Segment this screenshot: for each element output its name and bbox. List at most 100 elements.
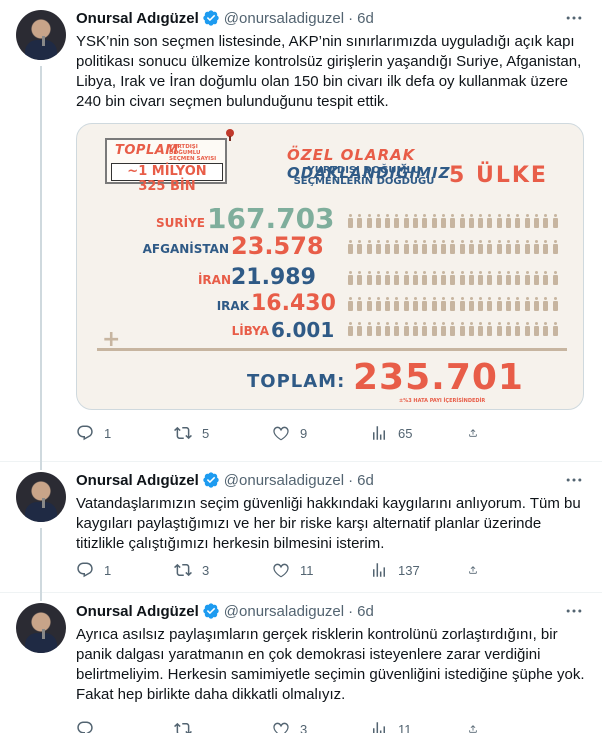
person-icon: [384, 322, 391, 336]
author-handle[interactable]: @onursaladiguzel: [224, 603, 344, 620]
avatar[interactable]: [16, 472, 66, 522]
tweet[interactable]: Onursal Adıgüzel @onursaladiguzel · 6d Y…: [0, 0, 602, 462]
person-icon: [431, 240, 438, 254]
author-handle[interactable]: @onursaladiguzel: [224, 10, 344, 27]
action-bar: 3 11: [76, 719, 506, 733]
share-button[interactable]: [468, 561, 488, 579]
views-button[interactable]: 11: [370, 720, 468, 733]
person-icon: [542, 297, 549, 311]
person-icon: [421, 322, 428, 336]
person-icon: [375, 322, 382, 336]
retweet-button[interactable]: 5: [174, 424, 272, 442]
person-icon: [468, 271, 475, 285]
reply-button[interactable]: 1: [76, 424, 174, 442]
person-icon: [384, 240, 391, 254]
person-icon: [552, 240, 559, 254]
author-name[interactable]: Onursal Adıgüzel: [76, 472, 199, 489]
retweet-count: 5: [202, 425, 210, 441]
timestamp[interactable]: 6d: [357, 10, 374, 27]
views-button[interactable]: 137: [370, 561, 468, 579]
person-icon: [356, 271, 363, 285]
person-icon: [496, 214, 503, 228]
retweet-button[interactable]: [174, 720, 272, 733]
person-icon: [505, 240, 512, 254]
avatar[interactable]: [16, 10, 66, 60]
person-icon: [533, 214, 540, 228]
person-icon: [533, 240, 540, 254]
people-icons: [347, 271, 559, 285]
person-icon: [477, 297, 484, 311]
person-icon: [347, 240, 354, 254]
person-icon: [393, 240, 400, 254]
tweet-header: Onursal Adıgüzel @onursaladiguzel · 6d: [76, 601, 374, 621]
like-count: 11: [300, 562, 314, 578]
country-value: 21.989: [231, 265, 316, 290]
views-count: 11: [398, 721, 412, 733]
person-icon: [449, 297, 456, 311]
like-button[interactable]: 3: [272, 720, 370, 733]
person-icon: [431, 297, 438, 311]
sum-divider: [97, 348, 567, 351]
person-icon: [459, 322, 466, 336]
person-icon: [412, 240, 419, 254]
action-bar: 1 3 11 137: [76, 560, 506, 580]
person-icon: [403, 214, 410, 228]
reply-button[interactable]: [76, 720, 174, 733]
timestamp[interactable]: 6d: [357, 472, 374, 489]
action-bar: 1 5 9 65: [76, 423, 506, 443]
person-icon: [403, 297, 410, 311]
person-icon: [403, 322, 410, 336]
tweet-image[interactable]: TOPLAM YURTDIŞI DOĞUMLU SEÇMEN SAYISI ~1…: [76, 123, 584, 410]
people-icons: [347, 240, 559, 254]
verified-icon: [203, 472, 219, 488]
like-icon: [273, 563, 289, 578]
tweet-header: Onursal Adıgüzel @onursaladiguzel · 6d: [76, 8, 374, 28]
reply-count: 1: [104, 425, 112, 441]
tweet[interactable]: Onursal Adıgüzel @onursaladiguzel · 6d V…: [0, 462, 602, 593]
person-icon: [366, 297, 373, 311]
country-value: 23.578: [231, 232, 324, 260]
person-icon: [496, 271, 503, 285]
person-icon: [421, 214, 428, 228]
person-icon: [552, 322, 559, 336]
share-icon: [469, 725, 477, 733]
person-icon: [393, 271, 400, 285]
person-icon: [496, 322, 503, 336]
person-icon: [449, 214, 456, 228]
author-name[interactable]: Onursal Adıgüzel: [76, 10, 199, 27]
like-button[interactable]: 9: [272, 424, 370, 442]
author-name[interactable]: Onursal Adıgüzel: [76, 603, 199, 620]
person-icon: [366, 271, 373, 285]
tweet[interactable]: Onursal Adıgüzel @onursaladiguzel · 6d A…: [0, 593, 602, 733]
share-button[interactable]: [468, 720, 488, 733]
infographic-subtitle: YURTDIŞI DOĞUMLU SEÇMENLERİN DOĞDUĞU: [293, 165, 435, 187]
person-icon: [375, 271, 382, 285]
avatar[interactable]: [16, 603, 66, 653]
country-name: SURİYE: [156, 216, 205, 230]
retweet-count: 3: [202, 562, 210, 578]
retweet-icon: [174, 563, 192, 577]
person-icon: [533, 297, 540, 311]
views-button[interactable]: 65: [370, 424, 468, 442]
like-count: 3: [300, 721, 308, 733]
share-button[interactable]: [468, 424, 488, 442]
author-handle[interactable]: @onursaladiguzel: [224, 472, 344, 489]
views-icon: [373, 426, 385, 440]
timestamp[interactable]: 6d: [357, 603, 374, 620]
person-icon: [449, 271, 456, 285]
thread-line: [40, 66, 42, 462]
person-icon: [421, 240, 428, 254]
thread-line: [40, 528, 42, 593]
more-icon[interactable]: [564, 601, 584, 621]
person-icon: [542, 322, 549, 336]
more-icon[interactable]: [564, 470, 584, 490]
total-value: ~1 MİLYON 325 BİN: [111, 163, 223, 194]
retweet-button[interactable]: 3: [174, 561, 272, 579]
country-value: 16.430: [251, 291, 336, 316]
more-icon[interactable]: [564, 8, 584, 28]
person-icon: [468, 214, 475, 228]
reply-button[interactable]: 1: [76, 561, 174, 579]
like-button[interactable]: 11: [272, 561, 370, 579]
person-icon: [421, 271, 428, 285]
person-icon: [496, 240, 503, 254]
